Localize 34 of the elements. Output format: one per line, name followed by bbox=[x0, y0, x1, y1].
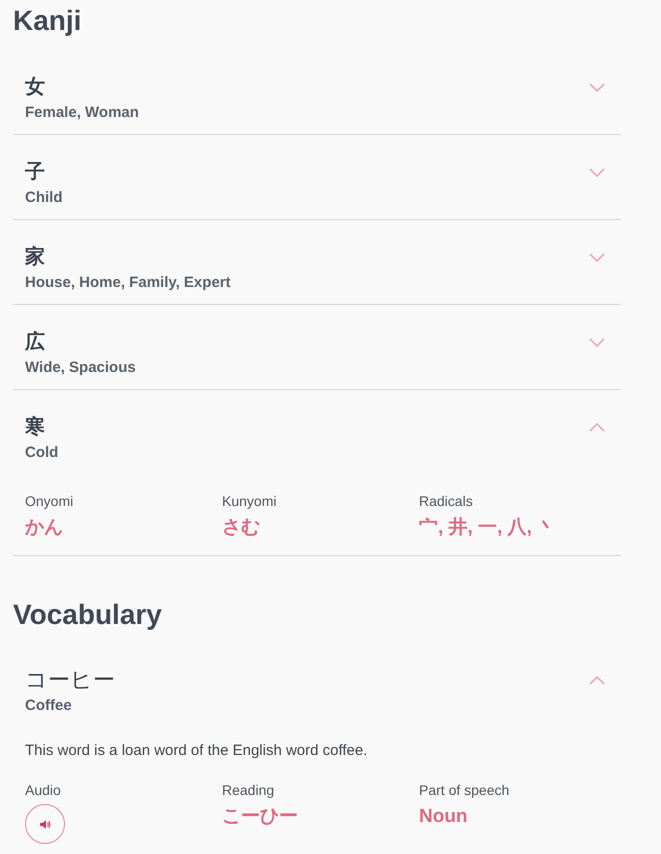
detail-value: かん bbox=[25, 516, 63, 540]
word-description: This word is a loan word of the English word coffee. bbox=[25, 741, 368, 761]
vocabulary-item-header[interactable]: コーヒー Coffee bbox=[13, 643, 621, 717]
detail-label: Part of speech bbox=[419, 781, 510, 799]
detail-label: Reading bbox=[222, 781, 274, 799]
detail-label: Onyomi bbox=[25, 492, 74, 510]
kanji-character: 寒 bbox=[25, 414, 45, 440]
detail-value: Noun bbox=[419, 805, 468, 829]
kanji-character: 広 bbox=[25, 330, 45, 355]
kanji-meaning: Cold bbox=[25, 443, 58, 463]
detail-label: Radicals bbox=[419, 492, 473, 510]
detail-value: さむ bbox=[222, 516, 260, 540]
detail-label: Kunyomi bbox=[222, 492, 276, 510]
vocabulary-word: コーヒー bbox=[25, 666, 115, 694]
detail-value: こーひー bbox=[222, 805, 298, 829]
kanji-character: 子 bbox=[25, 160, 45, 185]
kanji-meaning: Female, Woman bbox=[25, 103, 139, 123]
detail-value: 宀, 井, 一, 八, 丶 bbox=[419, 516, 556, 540]
kanji-character: 女 bbox=[25, 75, 45, 100]
detail-label: Audio bbox=[25, 781, 61, 799]
kanji-character: 家 bbox=[25, 244, 45, 270]
kanji-meaning: Wide, Spacious bbox=[25, 358, 136, 378]
kanji-item-header[interactable]: 広 Wide, Spacious bbox=[13, 305, 621, 379]
kanji-item-header[interactable]: 子 Child bbox=[13, 135, 621, 209]
section-title: Kanji bbox=[13, 4, 82, 38]
vocabulary-meaning: Coffee bbox=[25, 696, 72, 716]
kanji-item-header[interactable]: 家 House, Home, Family, Expert bbox=[13, 220, 621, 294]
kanji-item-header[interactable]: 女 Female, Woman bbox=[13, 50, 621, 124]
speaker-icon bbox=[40, 820, 50, 828]
audio-button[interactable] bbox=[25, 804, 65, 844]
section-title: Vocabulary bbox=[13, 598, 162, 632]
kanji-item-header[interactable]: 寒 Cold bbox=[13, 390, 621, 464]
kanji-meaning: Child bbox=[25, 188, 62, 208]
kanji-meaning: House, Home, Family, Expert bbox=[25, 273, 231, 293]
